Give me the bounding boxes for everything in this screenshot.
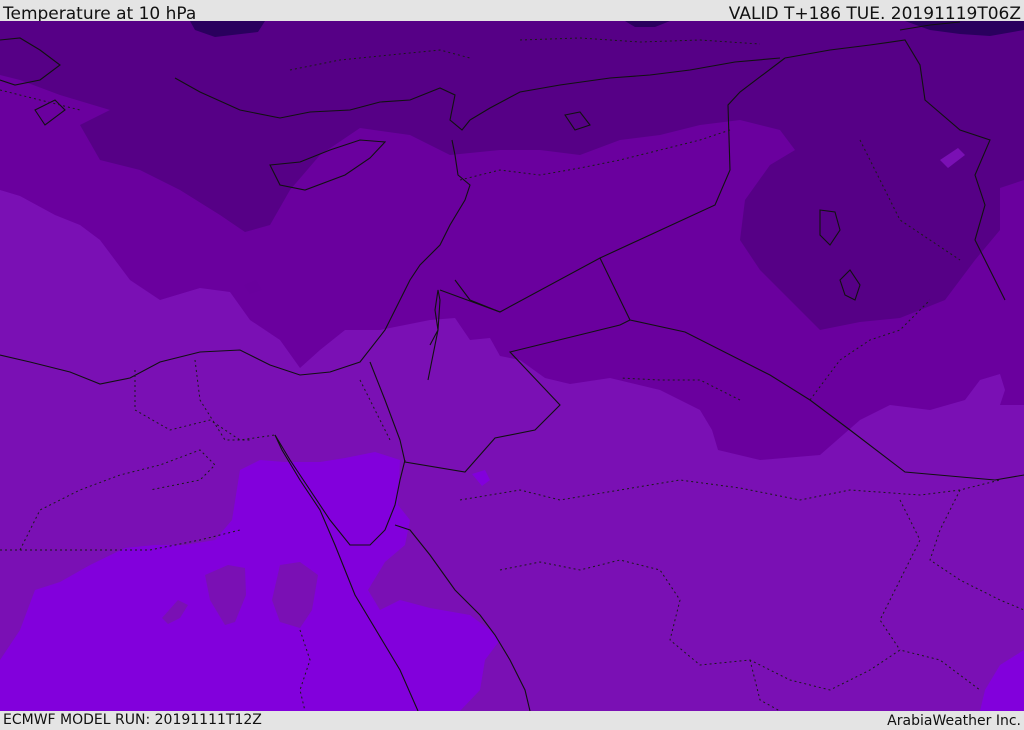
footer-bar: ECMWF MODEL RUN: 20191111T12Z ArabiaWeat… xyxy=(0,711,1024,729)
model-run-label: ECMWF MODEL RUN: 20191111T12Z xyxy=(3,712,262,728)
credit-label: ArabiaWeather Inc. xyxy=(887,713,1021,729)
temperature-map[interactable] xyxy=(0,21,1024,711)
header-bar: Temperature at 10 hPa VALID T+186 TUE. 2… xyxy=(0,0,1024,24)
